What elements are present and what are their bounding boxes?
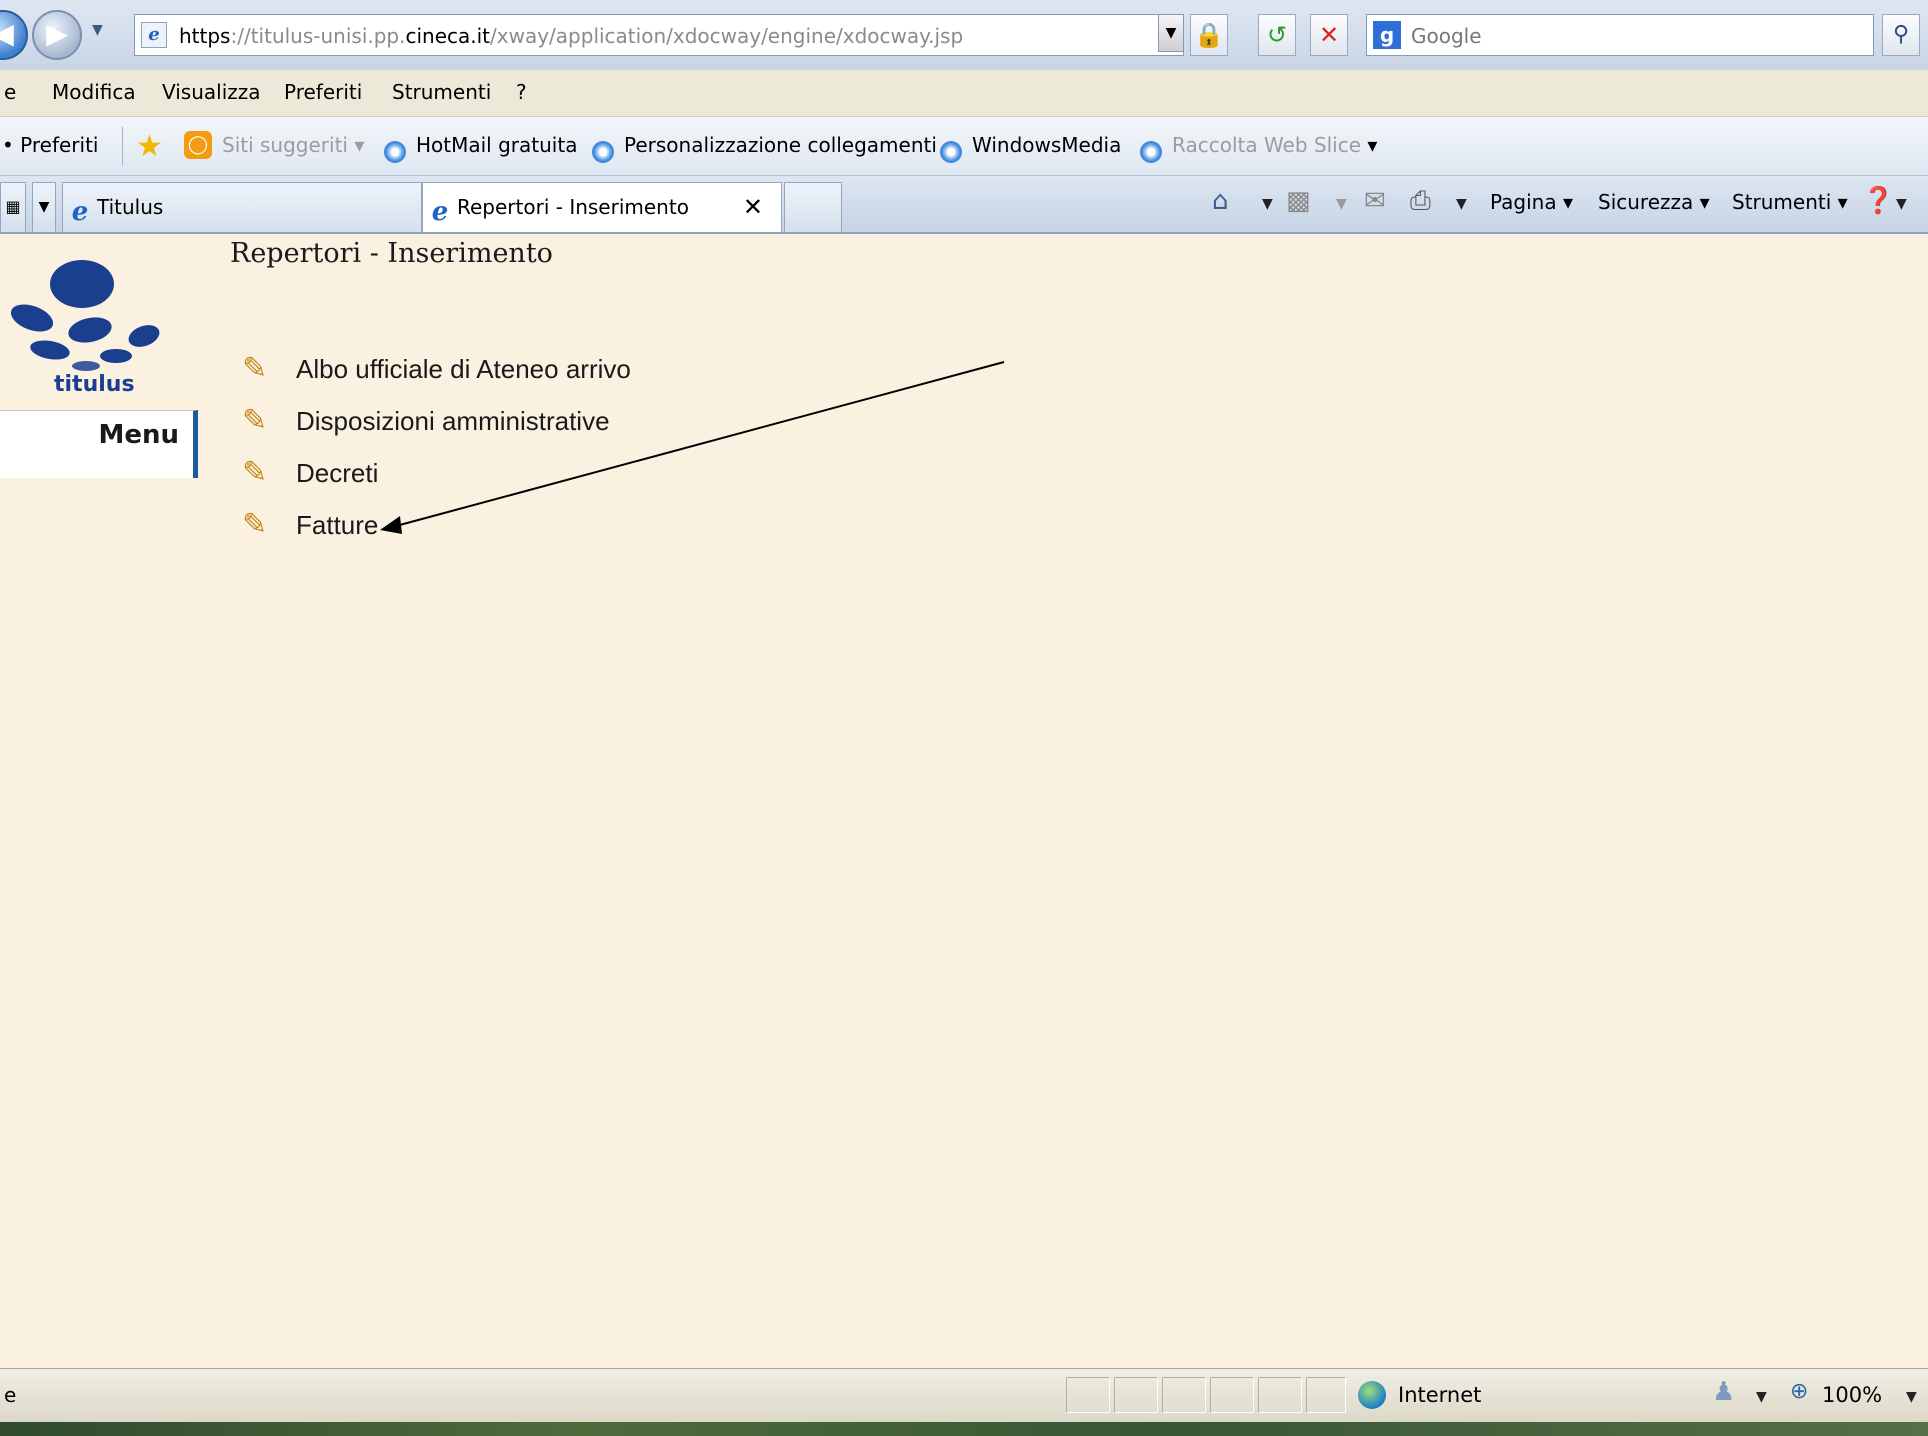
tab-label: Repertori - Inserimento xyxy=(457,195,689,219)
menu-strumenti[interactable]: Strumenti xyxy=(392,80,491,104)
protected-mode-icon[interactable]: ♟ xyxy=(1712,1377,1735,1407)
repertorio-label[interactable]: Albo ufficiale di Ateneo arrivo xyxy=(296,354,631,385)
lock-icon[interactable]: 🔒 xyxy=(1190,14,1228,56)
ie-icon: e xyxy=(384,141,406,163)
ie-page-icon: e xyxy=(141,22,167,48)
pencil-icon: ✎ xyxy=(242,507,268,542)
page-content: titulus Menu Repertori - Inserimento ✎ A… xyxy=(0,234,1928,1368)
help-icon[interactable]: ❓ xyxy=(1862,186,1894,216)
repertorio-label[interactable]: Fatture xyxy=(296,510,378,541)
menu-visualizza[interactable]: Visualizza xyxy=(162,80,261,104)
help-dropdown-icon[interactable]: ▼ xyxy=(1896,196,1907,212)
tab-bar: ▦ ▼ e Titulus e Repertori - Inserimento ✕ … xyxy=(0,176,1928,234)
tab-titulus[interactable]: e Titulus xyxy=(62,182,422,232)
ie-icon: e xyxy=(71,197,89,227)
taskbar-strip xyxy=(0,1422,1928,1436)
favorites-button[interactable]: • Preferiti xyxy=(2,133,98,157)
menu-help[interactable]: ? xyxy=(516,80,527,104)
fav-windowsmedia[interactable]: e WindowsMedia xyxy=(940,133,1121,163)
protected-mode-dropdown-icon[interactable]: ▼ xyxy=(1756,1389,1767,1405)
back-button[interactable]: ◀ xyxy=(0,10,28,60)
status-cell xyxy=(1306,1377,1346,1413)
menu-button[interactable]: Menu xyxy=(0,410,198,478)
ie-icon: e xyxy=(1140,141,1162,163)
history-dropdown-icon[interactable]: ▼ xyxy=(92,22,108,38)
repertorio-label[interactable]: Disposizioni amministrative xyxy=(296,406,610,437)
print-icon[interactable]: ⎙ xyxy=(1410,186,1431,217)
fav-raccolta-web-slice[interactable]: e Raccolta Web Slice ▾ xyxy=(1140,133,1377,163)
status-cell xyxy=(1258,1377,1302,1413)
favorites-bar: • Preferiti ★ ◯ Siti suggeriti ▾ e HotMai… xyxy=(0,117,1928,176)
internet-zone-icon[interactable] xyxy=(1358,1381,1386,1409)
close-icon[interactable]: ✕ xyxy=(743,183,763,231)
favorites-separator xyxy=(122,127,123,165)
titulus-logo-icon xyxy=(10,260,160,371)
status-text: e xyxy=(4,1383,17,1407)
add-favorite-star-icon[interactable]: ★ xyxy=(136,129,163,164)
menu-modifica[interactable]: Modifica xyxy=(52,80,136,104)
ie-icon: e xyxy=(592,141,614,163)
annotation-arrow xyxy=(380,361,1005,534)
fav-siti-suggeriti[interactable]: Siti suggeriti ▾ xyxy=(222,133,364,157)
feeds-icon[interactable]: ▩ xyxy=(1286,186,1311,216)
tab-list-dropdown-icon[interactable]: ▼ xyxy=(32,182,56,232)
pencil-icon: ✎ xyxy=(242,403,268,438)
search-icon[interactable]: ⚲ xyxy=(1882,14,1920,56)
browser-window: ◀ ▶ ▼ e https://titulus-unisi.pp.cineca.… xyxy=(0,0,1928,1422)
logo-text: titulus xyxy=(54,372,135,397)
feeds-dropdown-icon[interactable]: ▼ xyxy=(1336,196,1347,212)
menu-label: Menu xyxy=(98,420,179,450)
stop-icon[interactable]: ✕ xyxy=(1310,14,1348,56)
suggested-sites-icon: ◯ xyxy=(184,131,212,159)
pencil-icon: ✎ xyxy=(242,455,268,490)
sicurezza-menu[interactable]: Sicurezza ▾ xyxy=(1598,190,1710,214)
page-title: Repertori - Inserimento xyxy=(230,238,553,269)
tab-repertori-inserimento[interactable]: e Repertori - Inserimento ✕ xyxy=(422,182,782,232)
status-cell xyxy=(1066,1377,1110,1413)
forward-button[interactable]: ▶ xyxy=(32,10,82,60)
quick-tabs-icon[interactable]: ▦ xyxy=(0,182,26,232)
zoom-dropdown-icon[interactable]: ▼ xyxy=(1906,1389,1917,1405)
menu-preferiti[interactable]: Preferiti xyxy=(284,80,362,104)
google-icon: g xyxy=(1373,21,1401,49)
url-input[interactable]: e https://titulus-unisi.pp.cineca.it/xwa… xyxy=(134,14,1184,56)
mail-icon[interactable]: ✉ xyxy=(1364,186,1386,216)
fav-hotmail[interactable]: e HotMail gratuita xyxy=(384,133,577,163)
menu-file[interactable]: e xyxy=(4,80,16,104)
print-dropdown-icon[interactable]: ▼ xyxy=(1456,196,1467,212)
ie-icon: e xyxy=(431,197,449,227)
favorites-label: Preferiti xyxy=(20,133,99,157)
search-placeholder: Google xyxy=(1411,24,1482,48)
zoom-icon[interactable]: ⊕ xyxy=(1790,1379,1808,1404)
menu-bar: e Modifica Visualizza Preferiti Strument… xyxy=(0,70,1928,117)
pencil-icon: ✎ xyxy=(242,351,268,386)
home-dropdown-icon[interactable]: ▼ xyxy=(1262,196,1273,212)
zoom-level[interactable]: 100% xyxy=(1822,1383,1882,1407)
status-cell xyxy=(1210,1377,1254,1413)
tab-label: Titulus xyxy=(97,195,164,219)
status-bar: e Internet ♟ ▼ ⊕ 100% ▼ xyxy=(0,1368,1928,1422)
pagina-menu[interactable]: Pagina ▾ xyxy=(1490,190,1573,214)
home-icon[interactable]: ⌂ xyxy=(1212,186,1229,216)
url-text: https://titulus-unisi.pp.cineca.it/xway/… xyxy=(179,24,964,48)
search-input[interactable]: g Google xyxy=(1366,14,1874,56)
new-tab-button[interactable] xyxy=(784,182,842,232)
zone-label: Internet xyxy=(1398,1383,1482,1407)
ie-icon: e xyxy=(940,141,962,163)
status-cell xyxy=(1162,1377,1206,1413)
fav-personalizzazione[interactable]: e Personalizzazione collegamenti xyxy=(592,133,937,163)
address-bar: ◀ ▶ ▼ e https://titulus-unisi.pp.cineca.… xyxy=(0,0,1928,71)
repertorio-label[interactable]: Decreti xyxy=(296,458,378,489)
strumenti-menu[interactable]: Strumenti ▾ xyxy=(1732,190,1848,214)
url-dropdown-icon[interactable]: ▼ xyxy=(1158,14,1184,52)
status-cell xyxy=(1114,1377,1158,1413)
refresh-icon[interactable]: ↺ xyxy=(1258,14,1296,56)
